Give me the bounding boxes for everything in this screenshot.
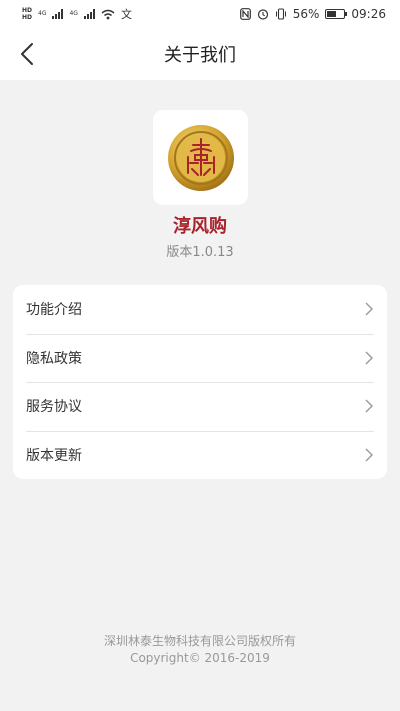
- app-version: 版本1.0.13: [166, 245, 234, 260]
- network-type-1: 4G: [38, 10, 47, 17]
- about-menu: 功能介绍 隐私政策 服务协议 版本更新: [13, 285, 387, 479]
- signal-icon-2: [83, 9, 95, 19]
- input-method-icon: 文: [120, 8, 132, 21]
- chevron-right-icon: [365, 448, 373, 462]
- menu-item-service-agreement[interactable]: 服务协议: [13, 382, 387, 431]
- chevron-right-icon: [365, 302, 373, 316]
- menu-item-label: 隐私政策: [26, 350, 82, 367]
- menu-item-label: 服务协议: [26, 399, 82, 416]
- hd-label-2: HD: [22, 14, 33, 21]
- menu-item-privacy[interactable]: 隐私政策: [13, 333, 387, 383]
- network-type-2: 4G: [69, 10, 78, 17]
- copyright-text: Copyright© 2016-2019: [130, 651, 270, 665]
- app-logo-card: [153, 110, 248, 205]
- sim-indicators: HD HD: [22, 7, 32, 21]
- top-nav-bar: 关于我们: [0, 28, 400, 80]
- app-name: 淳风购: [173, 216, 227, 237]
- status-bar-right: 56% 09:26: [239, 7, 386, 21]
- battery-level: [327, 11, 337, 17]
- chevron-right-icon: [365, 399, 373, 413]
- back-button[interactable]: [12, 38, 42, 70]
- menu-item-label: 功能介绍: [26, 302, 82, 319]
- battery-icon: [325, 9, 348, 19]
- copyright-footer: 深圳林泰生物科技有限公司版权所有 Copyright© 2016-2019: [0, 633, 400, 667]
- page-title: 关于我们: [164, 45, 236, 66]
- chevron-right-icon: [365, 351, 373, 365]
- menu-item-label: 版本更新: [26, 447, 82, 464]
- status-bar-left: HD HD 4G 4G 文: [22, 6, 132, 22]
- alarm-icon: [257, 9, 268, 20]
- signal-icon: [52, 9, 64, 19]
- app-logo: [167, 124, 234, 191]
- status-bar: HD HD 4G 4G 文 56% 09:26: [0, 0, 400, 28]
- battery-percent: 56%: [292, 7, 320, 21]
- nfc-icon: [239, 8, 251, 20]
- menu-item-version-update[interactable]: 版本更新: [13, 430, 387, 480]
- company-text: 深圳林泰生物科技有限公司版权所有: [103, 634, 296, 648]
- menu-item-features[interactable]: 功能介绍: [13, 285, 387, 334]
- clock: 09:26: [351, 7, 386, 21]
- vibrate-icon: [275, 8, 286, 20]
- chevron-left-icon: [21, 43, 33, 65]
- wifi-icon: [101, 9, 115, 19]
- hd-label-1: HD: [22, 7, 33, 14]
